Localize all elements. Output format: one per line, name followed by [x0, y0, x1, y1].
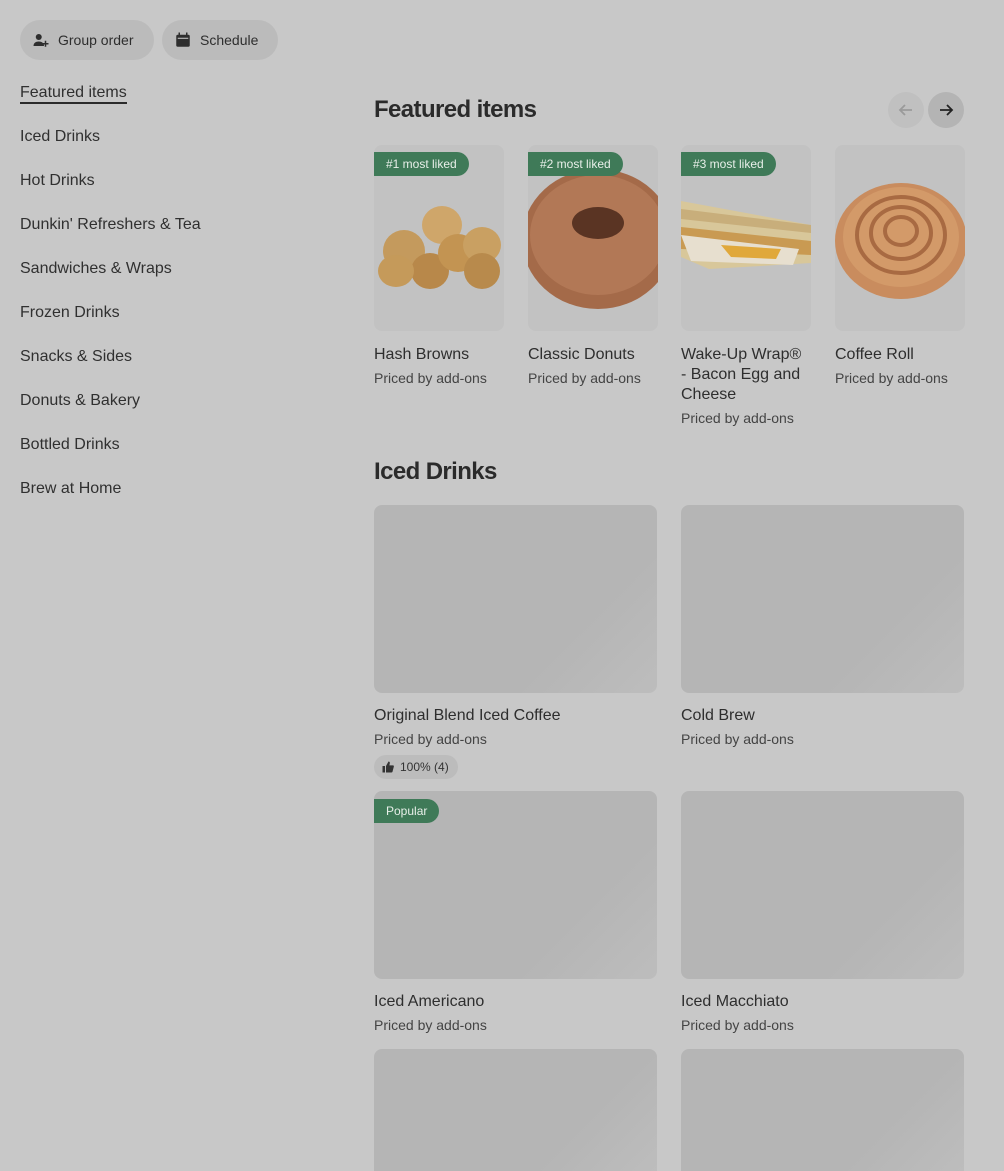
sidebar-item-sandwiches-wraps[interactable]: Sandwiches & Wraps	[20, 258, 320, 302]
sidebar-item-label: Sandwiches & Wraps	[20, 260, 172, 277]
sidebar-item-label: Donuts & Bakery	[20, 392, 141, 409]
arrow-left-icon	[898, 104, 912, 116]
sidebar-item-label: Bottled Drinks	[20, 436, 120, 453]
most-liked-badge: #2 most liked	[528, 152, 623, 176]
item-price: Priced by add-ons	[681, 1017, 794, 1033]
schedule-button[interactable]: Schedule	[162, 20, 278, 60]
sidebar-item-iced-drinks[interactable]: Iced Drinks	[20, 126, 320, 170]
item-name: Cold Brew	[681, 707, 755, 724]
item-image-placeholder: Popular	[374, 791, 657, 979]
item-price: Priced by add-ons	[681, 731, 794, 747]
calendar-icon	[176, 32, 190, 47]
item-name: Original Blend Iced Coffee	[374, 707, 561, 724]
item-price: Priced by add-ons	[374, 370, 487, 386]
sidebar-item-donuts-bakery[interactable]: Donuts & Bakery	[20, 390, 320, 434]
item-image-placeholder	[374, 1049, 657, 1171]
coffee-roll-image	[835, 183, 965, 299]
featured-item-card[interactable]: #1 most liked Hash Browns Priced by add-…	[374, 145, 504, 388]
sidebar-item-label: Snacks & Sides	[20, 348, 133, 365]
item-name: Iced Americano	[374, 993, 485, 1010]
item-name: Iced Macchiato	[681, 993, 789, 1010]
featured-item-card[interactable]: #3 most liked Wake-Up Wrap® - Bacon Egg …	[681, 145, 811, 428]
rating-text: 100% (4)	[400, 760, 449, 774]
popular-badge: Popular	[374, 799, 440, 823]
sidebar-item-brew-at-home[interactable]: Brew at Home	[20, 478, 320, 522]
item-price: Priced by add-ons	[528, 370, 641, 386]
item-price: Priced by add-ons	[374, 1017, 487, 1033]
item-image-placeholder	[681, 791, 964, 979]
item-name: Hash Browns	[374, 346, 470, 363]
sidebar-item-snacks-sides[interactable]: Snacks & Sides	[20, 346, 320, 390]
featured-item-card[interactable]: #2 most liked Classic Donuts Priced by a…	[528, 145, 658, 388]
iced-drinks-section-title: Iced Drinks	[374, 458, 497, 485]
sidebar-item-frozen-drinks[interactable]: Frozen Drinks	[20, 302, 320, 346]
sidebar-item-bottled-drinks[interactable]: Bottled Drinks	[20, 434, 320, 478]
schedule-label: Schedule	[200, 32, 259, 48]
group-order-button[interactable]: Group order	[20, 20, 154, 60]
sidebar-item-label: Featured items	[20, 84, 127, 104]
item-price: Priced by add-ons	[681, 410, 794, 426]
menu-item-card[interactable]: Popular Iced Americano Priced by add-ons	[374, 791, 657, 1035]
most-liked-badge: #3 most liked	[681, 152, 776, 176]
item-name: Coffee Roll	[835, 346, 914, 363]
menu-item-card[interactable]	[681, 1049, 964, 1171]
sidebar-item-hot-drinks[interactable]: Hot Drinks	[20, 170, 320, 214]
item-image-placeholder	[374, 505, 657, 693]
featured-item-card[interactable]: Coffee Roll Priced by add-ons	[835, 145, 965, 388]
rating-badge: 100% (4)	[374, 755, 458, 779]
carousel-next-button[interactable]	[928, 92, 964, 128]
sidebar-item-label: Brew at Home	[20, 480, 122, 497]
menu-item-card[interactable]	[374, 1049, 657, 1171]
item-image	[835, 145, 965, 331]
menu-item-card[interactable]: Cold Brew Priced by add-ons	[681, 505, 964, 749]
item-price: Priced by add-ons	[374, 731, 487, 747]
sidebar-item-label: Iced Drinks	[20, 128, 101, 145]
menu-item-card[interactable]: Iced Macchiato Priced by add-ons	[681, 791, 964, 1035]
item-price: Priced by add-ons	[835, 370, 948, 386]
item-name: Wake-Up Wrap® - Bacon Egg and Cheese	[681, 346, 802, 403]
most-liked-badge: #1 most liked	[374, 152, 469, 176]
carousel-prev-button[interactable]	[888, 92, 924, 128]
sidebar-item-label: Frozen Drinks	[20, 304, 120, 321]
item-image: #3 most liked	[681, 145, 811, 331]
person-add-icon	[33, 34, 49, 47]
sidebar-item-featured-items[interactable]: Featured items	[20, 82, 320, 126]
category-nav: Featured items Iced Drinks Hot Drinks Du…	[20, 82, 320, 522]
item-image-placeholder	[681, 505, 964, 693]
sidebar-item-refreshers-tea[interactable]: Dunkin' Refreshers & Tea	[20, 214, 320, 258]
menu-item-card[interactable]: Original Blend Iced Coffee Priced by add…	[374, 505, 657, 779]
item-image-placeholder	[681, 1049, 964, 1171]
group-order-label: Group order	[58, 32, 134, 48]
sidebar-item-label: Dunkin' Refreshers & Tea	[20, 216, 201, 233]
item-image: #2 most liked	[528, 145, 658, 331]
item-name: Classic Donuts	[528, 346, 635, 363]
arrow-right-icon	[940, 104, 954, 116]
item-image: #1 most liked	[374, 145, 504, 331]
sidebar-item-label: Hot Drinks	[20, 172, 95, 189]
featured-section-title: Featured items	[374, 96, 537, 123]
thumbs-up-icon	[382, 761, 394, 773]
